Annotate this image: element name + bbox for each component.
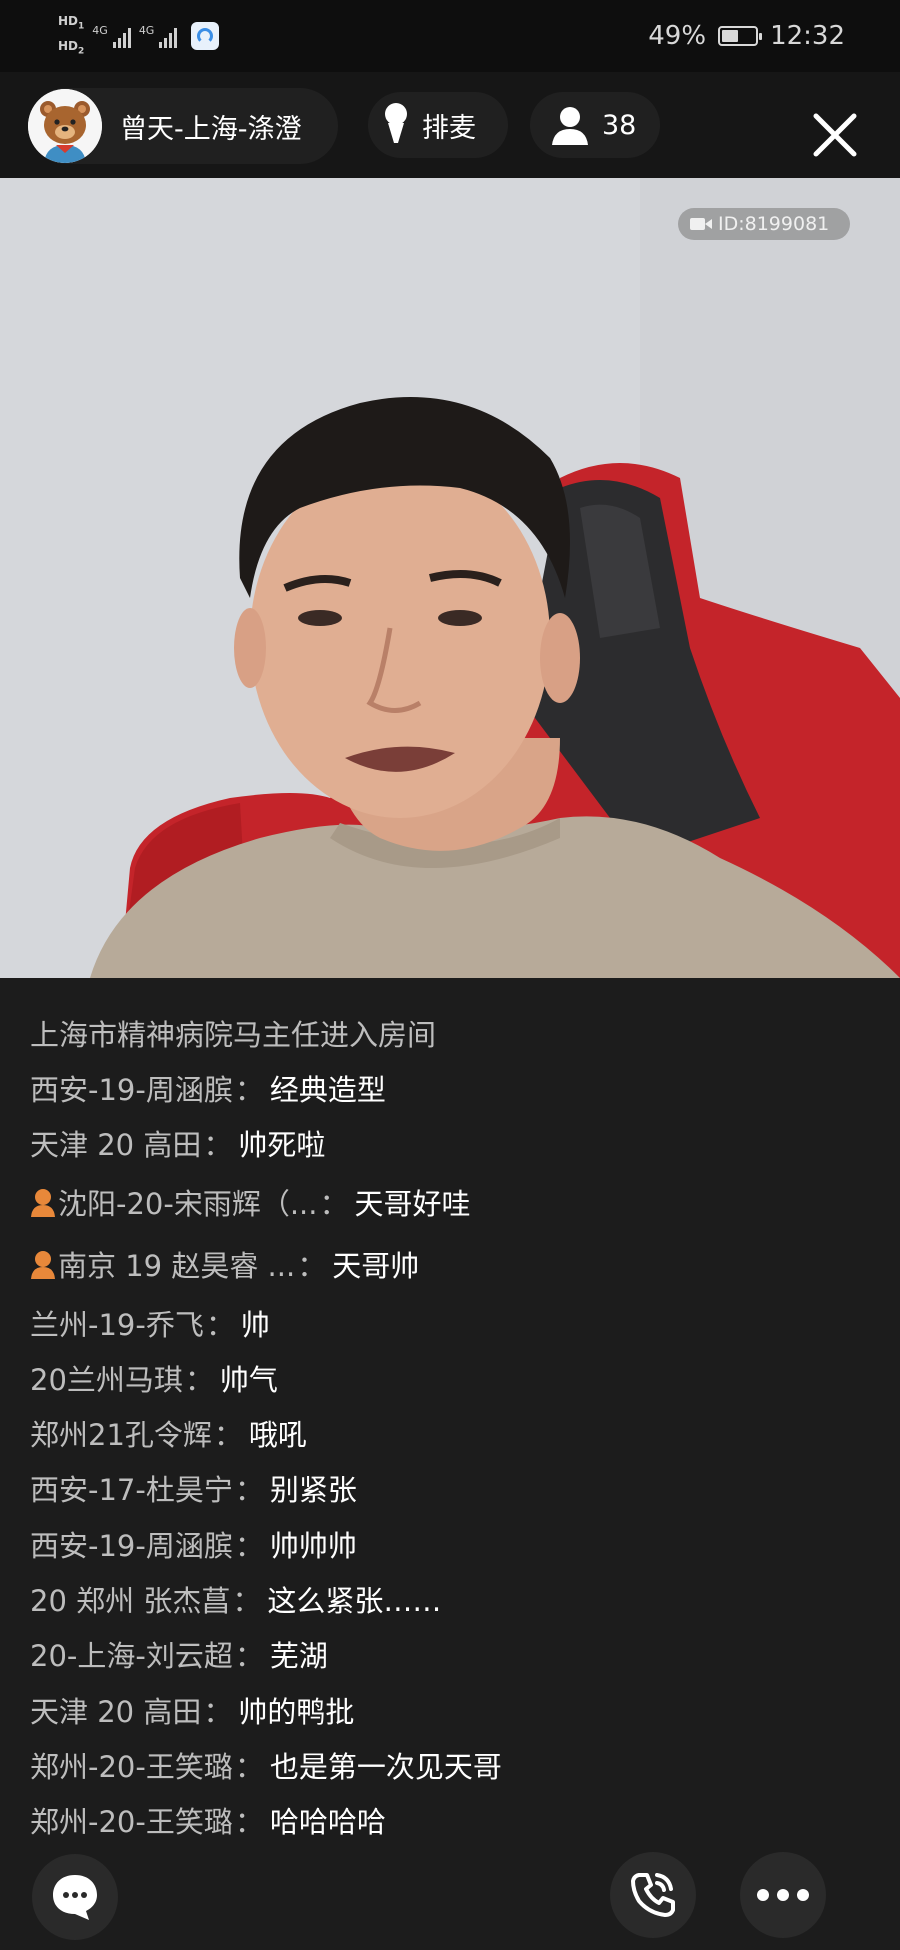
room-id: ID:8199081 [718,213,830,235]
chat-message[interactable]: 20 郑州 张杰菖：这么紧张…… [30,1571,870,1626]
status-right: 49% 12:32 [648,0,845,72]
chat-bubble-icon [53,1875,97,1920]
chat-username[interactable]: 西安-19-周涵膑 [30,1523,233,1565]
chat-text: 帅的鸭批 [238,1694,355,1729]
signal-icon-2: 4G [139,24,178,48]
chat-separator: ： [213,1418,243,1453]
clock: 12:32 [770,21,845,51]
viewer-count-button[interactable]: 38 [530,92,660,158]
room-header: 曾天-上海-涤澄 排麦 38 [0,72,900,178]
battery-percent: 49% [648,21,707,51]
chat-separator: ： [234,1072,264,1107]
chat-message[interactable]: 20兰州马琪：帅气 [30,1350,870,1405]
chat-separator: ： [234,1473,264,1508]
chat-username[interactable]: 20 郑州 张杰菖 [30,1578,230,1620]
signal-icon: 4G [92,24,131,48]
chat-text: 经典造型 [269,1072,386,1107]
chat-text: 帅帅帅 [269,1528,357,1563]
vip-user-icon [31,1250,55,1279]
battery-fill [722,30,739,42]
chat-message[interactable]: 西安-17-杜昊宁：别紧张 [30,1461,870,1516]
chat-separator: ： [203,1694,233,1729]
chat-message[interactable]: 西安-19-周涵膑：帅帅帅 [30,1516,870,1571]
chat-text: 别紧张 [269,1473,357,1508]
chat-username[interactable]: 南京 19 赵昊睿 ... [58,1243,295,1285]
chat-username[interactable]: 郑州-20-王笑璐 [30,1744,233,1786]
close-icon [813,113,857,157]
chat-text: 也是第一次见天哥 [269,1749,502,1784]
battery-icon [718,26,763,46]
status-bar: HD1 HD2 4G 4G 49% 12:32 [0,0,900,72]
host-name: 曾天-上海-涤澄 [120,113,302,145]
host-info[interactable]: 曾天-上海-涤澄 [28,88,338,164]
app-notification-icon [191,22,220,50]
chat-message[interactable]: 天津 20 高田：帅死啦 [30,1116,870,1171]
chat-message[interactable]: 天津 20 高田：帅的鸭批 [30,1682,870,1737]
call-button[interactable] [610,1852,696,1938]
chat-separator: ： [203,1128,233,1163]
room-id-badge: ID:8199081 [678,208,850,240]
chat-message[interactable]: 南京 19 赵昊睿 ...：天哥帅 [30,1233,870,1295]
more-dots-icon [757,1889,809,1901]
bear-avatar-icon [28,89,102,163]
chat-username[interactable]: 西安-19-周涵膑 [30,1067,233,1109]
status-left: HD1 HD2 4G 4G [58,10,220,62]
chat-text: 天哥好哇 [354,1186,471,1221]
chat-username[interactable]: 天津 20 高田 [30,1689,201,1731]
chat-separator: ： [232,1584,262,1619]
video-frame [0,178,900,978]
hd-indicators: HD1 HD2 [58,14,84,59]
chat-username[interactable]: 20兰州马琪 [30,1357,183,1399]
chat-username[interactable]: 天津 20 高田 [30,1122,201,1164]
microphone-icon [385,103,407,143]
more-options-button[interactable] [740,1852,826,1938]
chat-username[interactable]: 兰州-19-乔飞 [30,1302,204,1344]
chat-messages: 西安-19-周涵膑：经典造型 天津 20 高田：帅死啦 沈阳-20-宋雨辉（...：… [30,1060,870,1848]
chat-username[interactable]: 郑州-20-王笑璐 [30,1799,233,1841]
system-message: 上海市精神病院马主任进入房间 [30,1017,437,1052]
chat-separator: ： [234,1749,264,1784]
chat-message[interactable]: 郑州-20-王笑璐：哈哈哈哈 [30,1793,870,1848]
chat-message[interactable]: 沈阳-20-宋雨辉（...：天哥好哇 [30,1171,870,1233]
chat-separator: ： [234,1528,264,1563]
chat-username[interactable]: 20-上海-刘云超 [30,1633,233,1675]
chat-text: 哦吼 [248,1418,307,1453]
chat-text: 这么紧张…… [267,1584,442,1619]
chat-text: 天哥帅 [332,1248,420,1283]
close-button[interactable] [808,108,862,162]
chat-text: 帅气 [219,1362,278,1397]
chat-text: 帅 [240,1307,270,1342]
chat-text: 哈哈哈哈 [269,1805,386,1840]
hd1-badge: HD1 [58,13,85,31]
vip-user-icon [31,1188,55,1217]
chat-separator: ： [234,1805,264,1840]
mic-queue-label: 排麦 [422,112,476,144]
chat-separator: ： [319,1186,349,1221]
chat-separator: ： [205,1307,235,1342]
chat-list[interactable]: 上海市精神病院马主任进入房间 西安-19-周涵膑：经典造型 天津 20 高田：帅死… [30,1005,870,1848]
chat-text: 芜湖 [269,1639,328,1674]
viewer-count: 38 [602,109,637,141]
chat-separator: ： [184,1362,214,1397]
video-camera-icon [690,218,712,230]
chat-separator: ： [234,1639,264,1674]
chat-username[interactable]: 郑州21孔令辉 [30,1412,212,1454]
mic-queue-button[interactable]: 排麦 [368,92,508,158]
phone-call-icon [631,1873,675,1917]
chat-message[interactable]: 郑州21孔令辉：哦吼 [30,1405,870,1460]
chat-username[interactable]: 沈阳-20-宋雨辉（... [58,1181,318,1223]
chat-username[interactable]: 西安-17-杜昊宁 [30,1467,233,1509]
hd2-badge: HD2 [58,39,85,57]
host-avatar[interactable] [28,89,102,163]
live-video[interactable]: ID:8199081 [0,178,900,978]
chat-input-button[interactable] [32,1854,118,1940]
chat-message[interactable]: 郑州-20-王笑璐：也是第一次见天哥 [30,1737,870,1792]
person-icon [552,107,588,145]
chat-message[interactable]: 20-上海-刘云超：芜湖 [30,1627,870,1682]
chat-text: 帅死啦 [238,1128,326,1163]
chat-message[interactable]: 西安-19-周涵膑：经典造型 [30,1060,870,1115]
chat-message[interactable]: 兰州-19-乔飞：帅 [30,1295,870,1350]
chat-separator: ： [297,1248,327,1283]
